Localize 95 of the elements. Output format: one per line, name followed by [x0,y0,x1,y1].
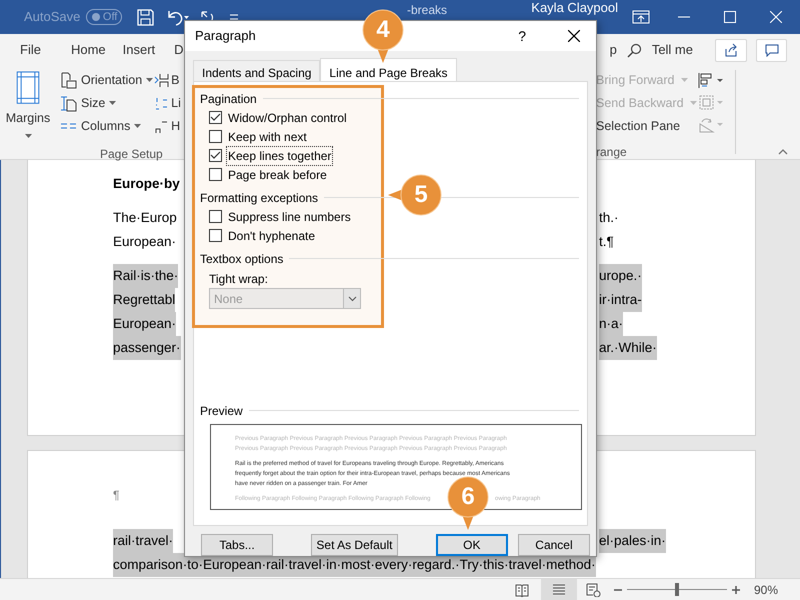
ribbon-tab[interactable]: Insert [122,40,156,60]
collapse-ribbon-icon[interactable] [778,149,788,155]
zoom-in-icon[interactable] [732,586,740,594]
document-text: ir·intra- [599,288,642,312]
zoom-level[interactable]: 90% [754,580,778,598]
document-text: passenger· [113,336,181,360]
group-label: range [596,144,627,161]
ribbon-button[interactable]: H [154,116,181,136]
dialog-button[interactable]: Set As Default [311,534,398,556]
zoom-slider-thumb[interactable] [675,583,679,596]
tell-me-search[interactable]: Tell me [652,40,693,60]
share-icon[interactable] [724,43,738,57]
size-icon [60,94,77,112]
document-text: n·a· [599,312,624,336]
checkbox-label[interactable]: Suppress line numbers [227,208,352,226]
maximize-icon[interactable] [724,11,736,23]
print-layout-button[interactable] [541,579,577,600]
comment-icon[interactable] [764,44,778,56]
ribbon-tab[interactable]: Home [70,40,106,60]
checkbox-label[interactable]: Keep with next [227,128,308,146]
checkbox-label[interactable]: Keep lines together [227,146,332,164]
autosave-label: AutoSave [24,8,80,26]
document-text: The·Europ [113,209,177,227]
orientation-icon [60,72,77,88]
caret-icon [680,78,688,82]
document-text: th.· [599,209,619,227]
document-text: Europe·by [113,175,180,193]
document-text: el·pales·in· [599,529,666,553]
read-mode-icon[interactable] [515,582,529,596]
document-title: -breaks [407,3,448,18]
step-callout: 4 [362,9,404,65]
document-text: European· [113,312,176,336]
web-layout-icon[interactable] [586,582,601,596]
document-text: Rail·is·the· [113,264,178,288]
comments-button[interactable] [756,38,787,62]
checkbox[interactable] [209,111,222,124]
group-heading: Formatting exceptions [200,190,318,206]
breaks-icon [154,72,170,88]
save-icon[interactable] [137,8,154,26]
dialog-button[interactable]: OK [436,534,508,556]
dialog-title: Paragraph [195,27,256,46]
ribbon-dropdown-button[interactable]: Orientation [60,70,154,90]
dialog-tab[interactable]: Indents and Spacing [193,60,320,81]
document-text: European· [113,233,176,251]
group-heading: Textbox options [200,250,284,268]
checkbox[interactable] [209,229,222,242]
checkbox[interactable] [209,210,222,223]
field-label: Tight wrap: [209,271,268,288]
share-button[interactable] [715,38,747,62]
checkbox[interactable] [209,130,222,143]
print-layout-icon[interactable] [552,582,566,596]
group-heading: Pagination [200,90,257,108]
close-icon[interactable] [568,30,580,42]
step-callout: 6 [447,476,489,532]
hyphenation-icon [154,118,170,134]
ribbon-tab[interactable]: File [20,40,41,60]
checkbox-label[interactable]: Page break before [227,166,328,184]
dialog-tab[interactable]: Line and Page Breaks [320,58,457,82]
checkbox[interactable] [209,168,222,181]
checkbox-label[interactable]: Don't hyphenate [227,226,316,244]
checkbox-label[interactable]: Widow/Orphan control [227,108,348,126]
margins-icon [16,71,40,104]
caret-icon [134,124,142,128]
ribbon-tab[interactable]: p [610,40,617,60]
ribbon-dropdown-button[interactable]: Size [60,93,154,113]
caret-icon [146,78,154,82]
ribbon-button[interactable]: Li [154,93,181,113]
caret-icon [24,134,32,138]
customize-icon[interactable] [229,12,240,22]
checkbox[interactable] [209,149,222,162]
document-text: ar.·While· [599,336,657,360]
margins-button[interactable]: Margins [0,66,56,138]
help-button[interactable]: ? [518,26,526,46]
undo-icon[interactable] [166,8,190,26]
document-text: urope.· [599,264,642,288]
document-text: rail·travel· [113,529,174,553]
dialog-button[interactable]: Cancel [518,534,590,556]
search-icon[interactable] [626,42,642,58]
ribbon-tab[interactable]: D [174,40,184,60]
ribbon-button[interactable]: Selection Pane [596,116,696,136]
ribbon-dropdown-button[interactable]: Columns [60,116,154,136]
align-icon[interactable] [698,72,724,89]
caret-icon [109,101,116,105]
dialog-button[interactable]: Tabs... [201,534,274,556]
ribbon-display-icon[interactable] [632,10,650,24]
user-name: Kayla Claypool [531,0,618,18]
step-callout: 5 [386,174,442,216]
group-heading: Preview [200,402,243,420]
group-label: Page Setup [100,146,163,163]
ribbon-button[interactable]: B [154,70,181,90]
document-text: Regrettabl [113,288,176,312]
caret-icon [690,101,697,105]
document-text: t.¶ [599,233,614,251]
line-numbers-icon [154,96,170,110]
document-text: ¶ [113,487,120,504]
